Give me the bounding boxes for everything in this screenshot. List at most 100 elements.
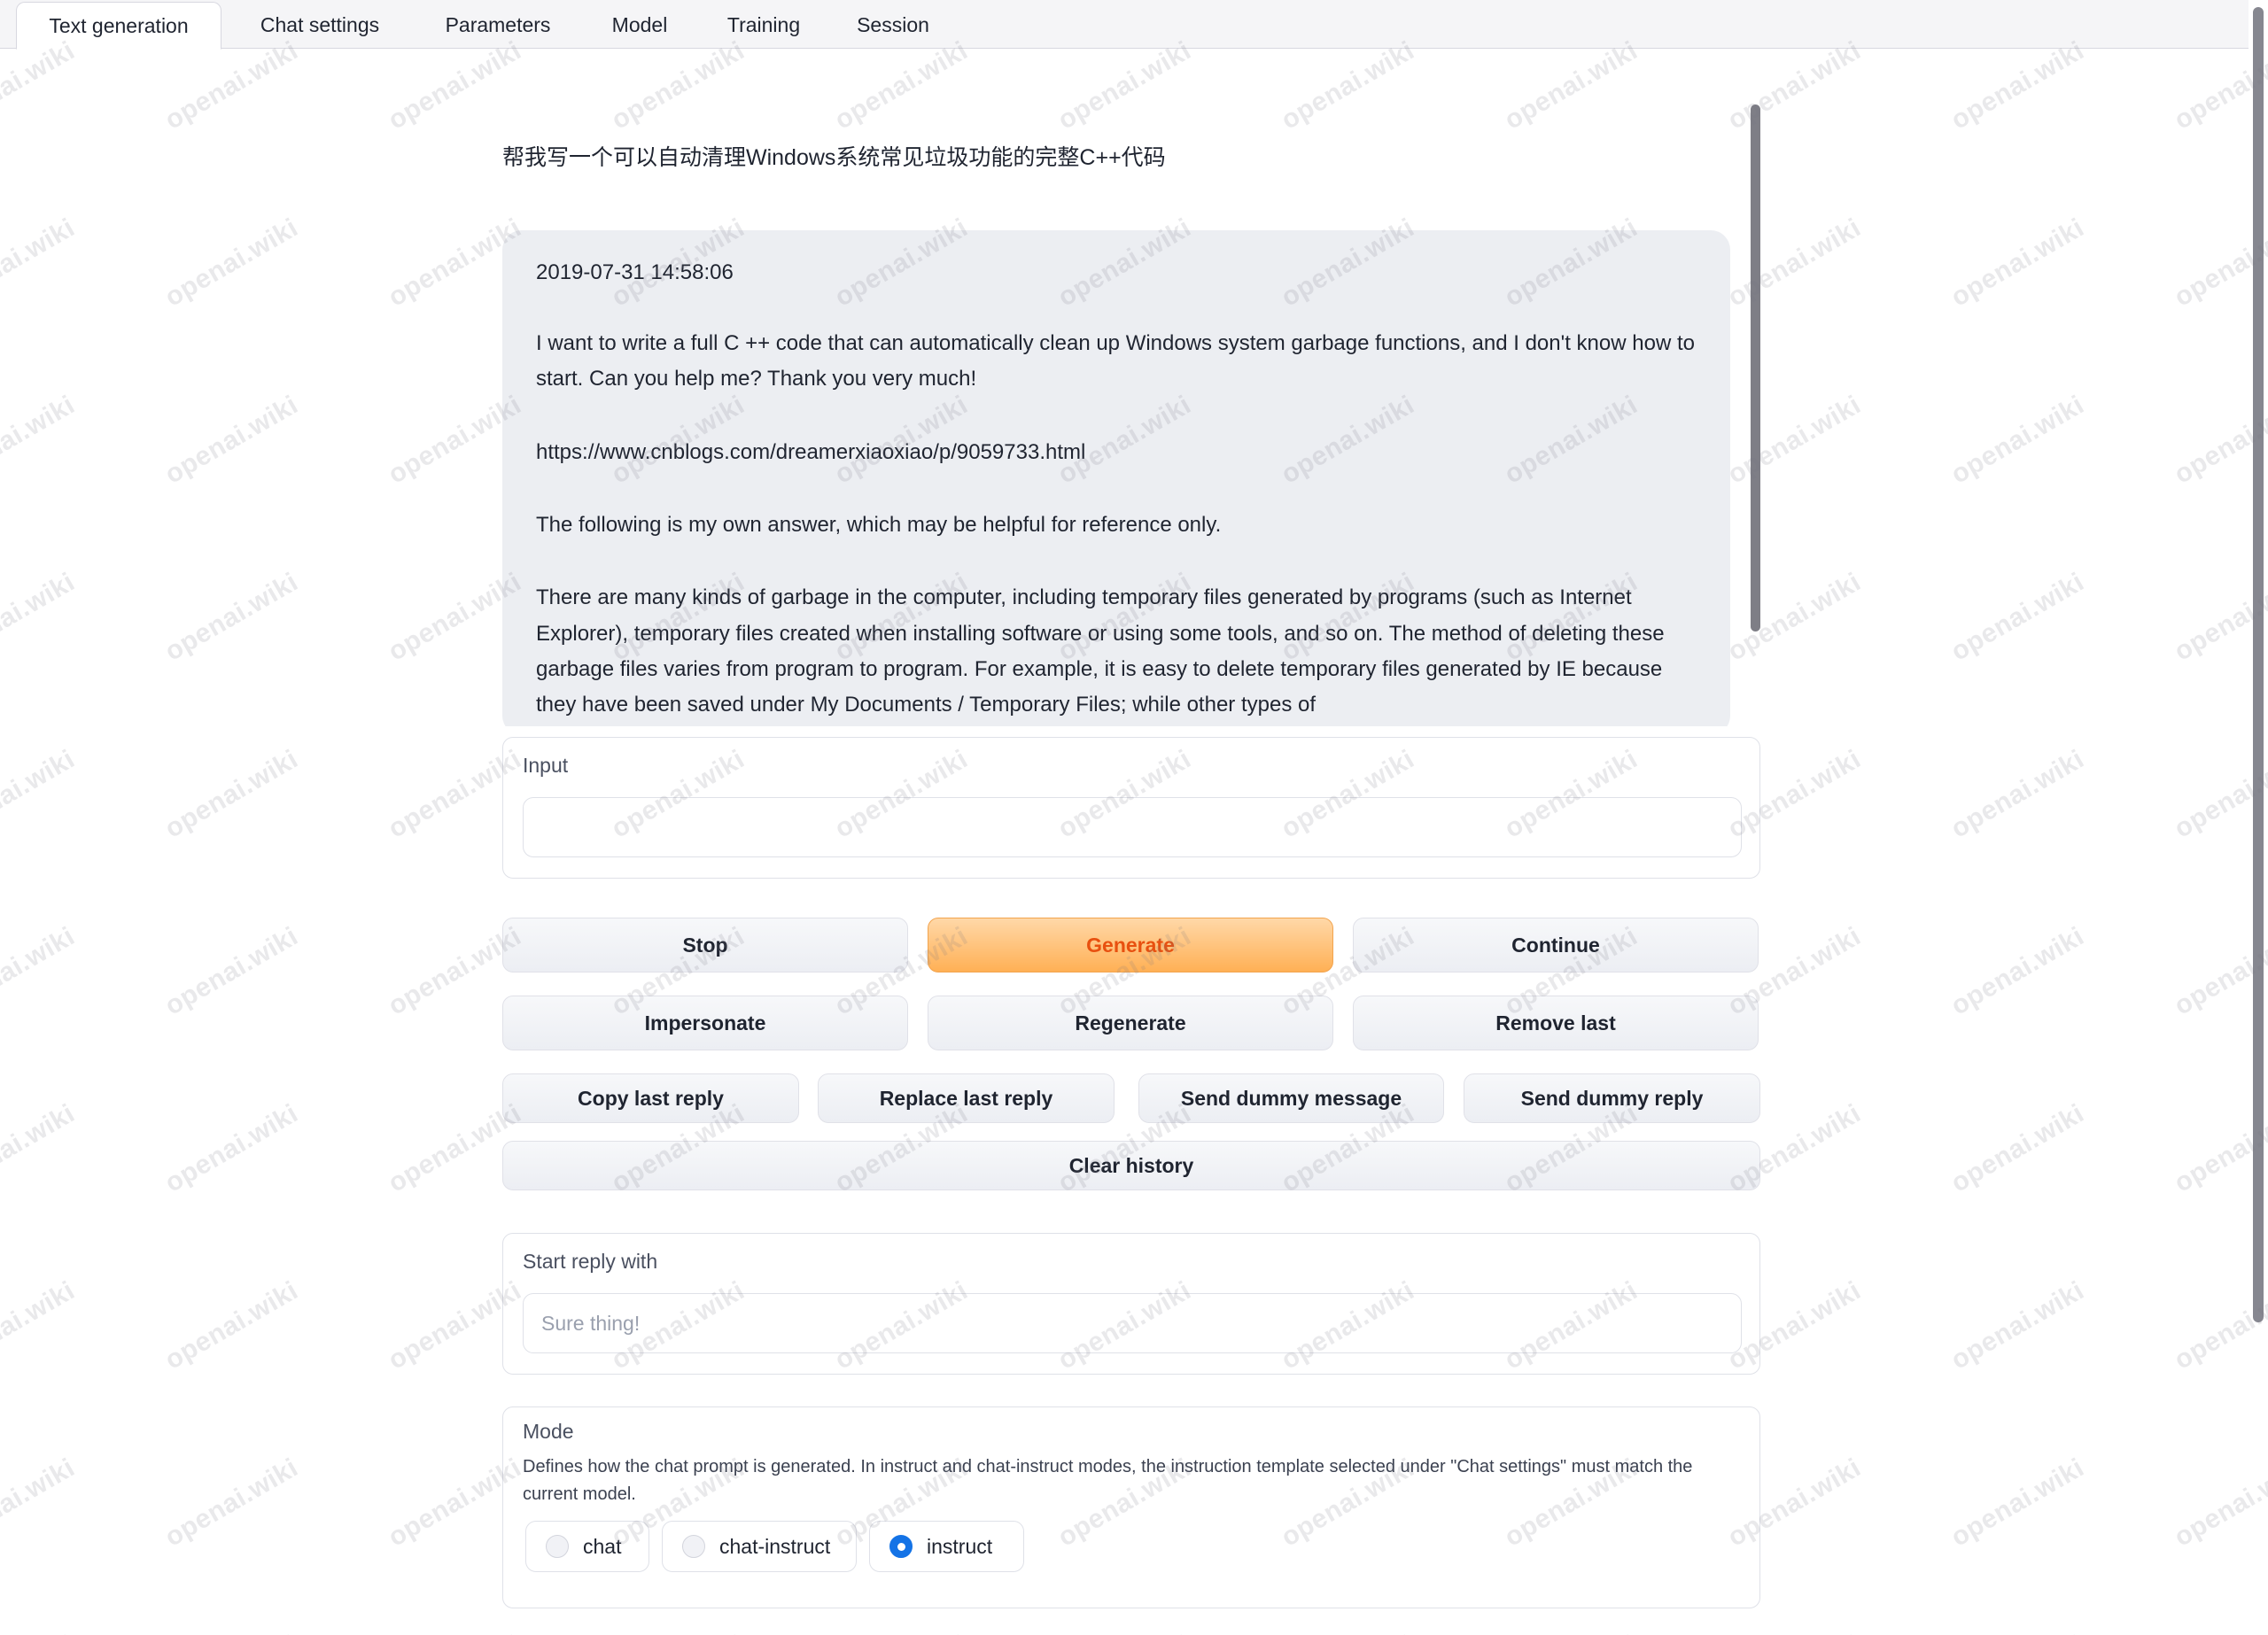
watermark-text: openai.wiki bbox=[0, 35, 81, 136]
watermark-text: openai.wiki bbox=[159, 213, 304, 313]
chat-display: 帮我写一个可以自动清理Windows系统常见垃圾功能的完整C++代码 2019-… bbox=[502, 106, 1743, 726]
radio-icon[interactable] bbox=[682, 1535, 705, 1558]
button-label: Regenerate bbox=[1075, 1011, 1186, 1034]
watermark-text: openai.wiki bbox=[159, 1453, 304, 1553]
watermark-text: openai.wiki bbox=[1946, 921, 2090, 1021]
button-label: Stop bbox=[682, 933, 728, 957]
mode-option-chat[interactable]: chat bbox=[525, 1521, 649, 1572]
tab-label: Chat settings bbox=[260, 13, 380, 36]
tab-label: Parameters bbox=[445, 13, 551, 36]
watermark-text: openai.wiki bbox=[0, 390, 81, 490]
mode-label: Mode bbox=[523, 1420, 574, 1443]
message-paragraph: https://www.cnblogs.com/dreamerxiaoxiao/… bbox=[536, 439, 1086, 464]
send-dummy-message-button[interactable]: Send dummy message bbox=[1138, 1073, 1444, 1123]
radio-icon[interactable] bbox=[889, 1535, 913, 1558]
button-label: Continue bbox=[1511, 933, 1600, 957]
tab-parameters[interactable]: Parameters bbox=[420, 2, 576, 49]
tab-label: Text generation bbox=[49, 13, 189, 37]
watermark-text: openai.wiki bbox=[160, 1630, 304, 1635]
watermark-text: openai.wiki bbox=[159, 1098, 304, 1198]
tab-chat-settings[interactable]: Chat settings bbox=[232, 2, 408, 49]
start-reply-input[interactable] bbox=[523, 1293, 1742, 1353]
stop-button[interactable]: Stop bbox=[502, 918, 908, 972]
watermark-text: openai.wiki bbox=[1723, 1630, 1867, 1635]
watermark-text: openai.wiki bbox=[1946, 213, 2090, 313]
message-paragraph: The following is my own answer, which ma… bbox=[536, 512, 1222, 537]
watermark-text: openai.wiki bbox=[159, 567, 304, 667]
send-dummy-reply-button[interactable]: Send dummy reply bbox=[1464, 1073, 1760, 1123]
start-reply-panel: Start reply with bbox=[502, 1233, 1760, 1375]
watermark-text: openai.wiki bbox=[0, 213, 81, 313]
watermark-text: openai.wiki bbox=[1722, 213, 1867, 313]
radio-icon[interactable] bbox=[546, 1535, 569, 1558]
continue-button[interactable]: Continue bbox=[1353, 918, 1759, 972]
page-scrollbar-thumb[interactable] bbox=[2253, 7, 2264, 1322]
watermark-text: openai.wiki bbox=[0, 1275, 81, 1375]
watermark-text: openai.wiki bbox=[1946, 390, 2090, 490]
watermark-text: openai.wiki bbox=[1946, 744, 2090, 844]
tab-session[interactable]: Session bbox=[833, 2, 953, 49]
watermark-text: openai.wiki bbox=[0, 744, 81, 844]
chat-scrollbar-thumb[interactable] bbox=[1751, 105, 1760, 632]
mode-option-label: chat-instruct bbox=[719, 1534, 831, 1558]
regenerate-button[interactable]: Regenerate bbox=[928, 996, 1333, 1050]
watermark-text: openai.wiki bbox=[0, 567, 81, 667]
tab-model[interactable]: Model bbox=[586, 2, 693, 49]
chat-message-bubble: 2019-07-31 14:58:06 I want to write a fu… bbox=[502, 230, 1730, 726]
impersonate-button[interactable]: Impersonate bbox=[502, 996, 908, 1050]
watermark-text: openai.wiki bbox=[1722, 35, 1867, 136]
watermark-text: openai.wiki bbox=[1500, 1630, 1643, 1635]
watermark-text: openai.wiki bbox=[159, 390, 304, 490]
watermark-text: openai.wiki bbox=[0, 1453, 81, 1553]
watermark-text: openai.wiki bbox=[0, 1098, 81, 1198]
page-scrollbar-track[interactable] bbox=[2249, 0, 2268, 1635]
message-timestamp: 2019-07-31 14:58:06 bbox=[536, 260, 734, 284]
mode-option-chat-instruct[interactable]: chat-instruct bbox=[662, 1521, 857, 1572]
watermark-text: openai.wiki bbox=[607, 1630, 750, 1635]
tab-label: Session bbox=[857, 13, 929, 36]
button-label: Send dummy reply bbox=[1520, 1086, 1704, 1110]
watermark-text: openai.wiki bbox=[1946, 1630, 2090, 1635]
mode-option-label: instruct bbox=[927, 1534, 993, 1558]
chat-scrollbar-track[interactable] bbox=[1751, 105, 1763, 716]
watermark-text: openai.wiki bbox=[1946, 35, 2090, 136]
watermark-text: openai.wiki bbox=[1946, 1453, 2090, 1553]
button-label: Clear history bbox=[1068, 1153, 1194, 1177]
replace-last-reply-button[interactable]: Replace last reply bbox=[818, 1073, 1115, 1123]
button-label: Copy last reply bbox=[578, 1086, 724, 1110]
message-paragraph: I want to write a full C ++ code that ca… bbox=[536, 331, 1695, 391]
tab-training[interactable]: Training bbox=[703, 2, 824, 49]
watermark-text: openai.wiki bbox=[159, 1275, 304, 1375]
clear-history-button[interactable]: Clear history bbox=[502, 1141, 1760, 1190]
watermark-text: openai.wiki bbox=[1946, 567, 2090, 667]
message-body: I want to write a full C ++ code that ca… bbox=[536, 326, 1697, 724]
button-label: Send dummy message bbox=[1180, 1086, 1402, 1110]
copy-last-reply-button[interactable]: Copy last reply bbox=[502, 1073, 799, 1123]
input-field[interactable] bbox=[523, 797, 1742, 857]
tab-bar: Text generation Chat settings Parameters Mo… bbox=[0, 0, 2268, 50]
app-root: Text generation Chat settings Parameters Mo… bbox=[0, 0, 2268, 1635]
button-label: Replace last reply bbox=[879, 1086, 1053, 1110]
button-label: Remove last bbox=[1495, 1011, 1616, 1034]
tab-label: Training bbox=[726, 13, 801, 36]
tab-label: Model bbox=[611, 13, 668, 36]
watermark-text: openai.wiki bbox=[159, 921, 304, 1021]
watermark-text: openai.wiki bbox=[1722, 390, 1867, 490]
remove-last-button[interactable]: Remove last bbox=[1353, 996, 1759, 1050]
generate-button[interactable]: Generate bbox=[928, 918, 1333, 972]
button-label: Impersonate bbox=[644, 1011, 766, 1034]
tab-text-generation[interactable]: Text generation bbox=[16, 2, 221, 50]
watermark-text: openai.wiki bbox=[0, 921, 81, 1021]
watermark-text: openai.wiki bbox=[1946, 1275, 2090, 1375]
mode-description: Defines how the chat prompt is generated… bbox=[523, 1457, 1693, 1504]
watermark-text: openai.wiki bbox=[1722, 567, 1867, 667]
button-label: Generate bbox=[1086, 933, 1175, 957]
mode-panel: Mode Defines how the chat prompt is gene… bbox=[502, 1406, 1760, 1608]
watermark-text: openai.wiki bbox=[1946, 1098, 2090, 1198]
watermark-text: openai.wiki bbox=[0, 1630, 81, 1635]
chat-title: 帮我写一个可以自动清理Windows系统常见垃圾功能的完整C++代码 bbox=[502, 145, 1166, 170]
mode-option-instruct[interactable]: instruct bbox=[869, 1521, 1024, 1572]
watermark-text: openai.wiki bbox=[159, 744, 304, 844]
watermark-text: openai.wiki bbox=[1053, 1630, 1197, 1635]
watermark-text: openai.wiki bbox=[159, 35, 304, 136]
